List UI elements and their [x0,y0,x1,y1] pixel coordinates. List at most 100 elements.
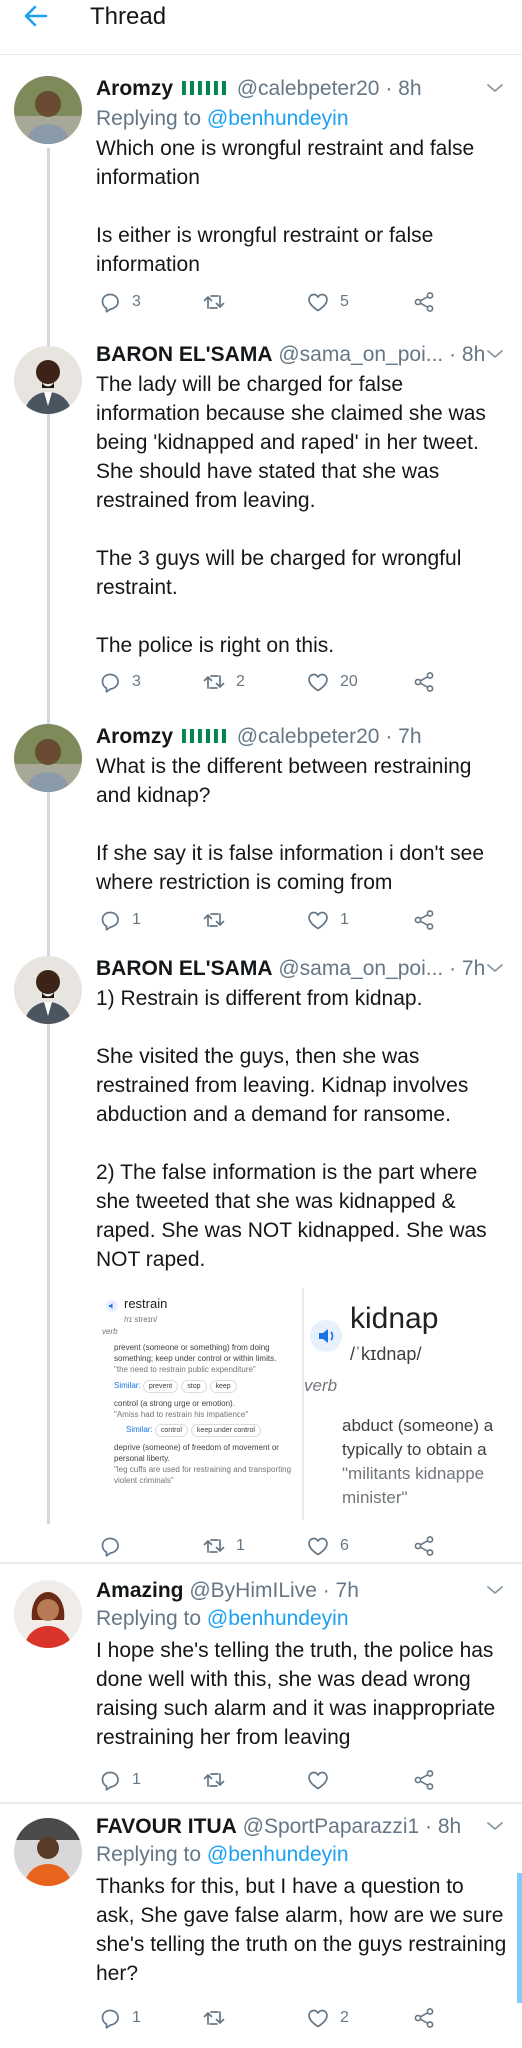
chevron-down-icon[interactable] [486,962,504,974]
example: minister" [342,1488,408,1507]
share-icon [412,290,436,314]
avatar[interactable] [14,956,82,1024]
chevron-down-icon[interactable] [486,348,504,360]
avatar[interactable] [14,346,82,414]
display-name[interactable]: Aromzy [96,77,173,100]
tweet-text: I hope she's telling the truth, the poli… [96,1639,502,1749]
speaker-icon[interactable] [310,1320,342,1352]
retweet-icon [202,908,226,932]
display-name[interactable]: BARON EL'SAMA [96,343,273,366]
dictionary-card-restrain[interactable]: restrain /rɪˈstreɪn/ verb prevent (someo… [96,1288,302,1520]
like-button[interactable]: 5 [306,290,349,314]
share-icon [412,1534,436,1558]
reply-icon [98,290,122,314]
retweet-button[interactable] [202,908,236,932]
share-button[interactable] [412,1534,436,1558]
tweet-text: Thanks for this, but I have a question t… [96,1875,513,1985]
reply-icon [98,908,122,932]
like-count: 2 [340,2009,349,2026]
retweet-button[interactable] [202,290,236,314]
handle[interactable]: @ByHimILive [189,1579,317,1602]
share-button[interactable] [412,2006,436,2030]
handle[interactable]: @sama_on_poi... [278,957,443,980]
like-button[interactable]: 6 [306,1534,349,1558]
handle[interactable]: @sama_on_poi... [278,343,443,366]
share-icon [412,1768,436,1792]
avatar[interactable] [14,1580,82,1648]
reply-icon [98,1768,122,1792]
mention-link[interactable]: @benhundeyin [207,107,349,130]
media-attachment[interactable]: restrain /rɪˈstreɪn/ verb prevent (someo… [96,1288,516,1520]
chevron-down-icon[interactable] [486,1820,504,1832]
chevron-down-icon[interactable] [486,1584,504,1596]
like-button[interactable]: 20 [306,670,358,694]
definition: prevent (someone or something) from doin… [114,1343,277,1363]
scrollbar[interactable] [517,1873,522,2003]
back-arrow-icon[interactable] [22,2,50,30]
divider [0,1562,522,1564]
tweet[interactable]: Amazing @ByHimILive · 7h Replying to @be… [0,1576,522,1786]
reply-button[interactable]: 1 [98,908,141,932]
reply-button[interactable] [98,1534,132,1558]
like-icon [306,2006,330,2030]
tweet[interactable]: Aromzy @calebpeter20 · 8h Replying to @b… [0,72,522,334]
reply-button[interactable]: 1 [98,2006,141,2030]
display-name[interactable]: Amazing [96,1579,184,1602]
display-name[interactable]: BARON EL'SAMA [96,957,273,980]
timestamp: · 8h [449,343,486,366]
definition: control (a strong urge or emotion). [114,1399,235,1408]
like-icon [306,290,330,314]
reply-count: 1 [132,2009,141,2026]
dictionary-word: kidnap [350,1302,439,1335]
avatar[interactable] [14,1818,82,1886]
share-button[interactable] [412,670,436,694]
retweet-button[interactable]: 1 [202,1534,245,1558]
timestamp: · 7h [449,957,486,980]
like-count: 20 [340,673,358,690]
tweet-header: Aromzy @calebpeter20 · 7h [96,724,506,750]
like-button[interactable] [306,1768,340,1792]
share-button[interactable] [412,1768,436,1792]
reply-count: 1 [132,1771,141,1788]
similar-row: Similar: control keep under control [126,1424,302,1437]
share-button[interactable] [412,290,436,314]
dictionary-word: restrain [124,1296,168,1311]
avatar[interactable] [14,76,82,144]
retweet-button[interactable] [202,1768,236,1792]
retweet-icon [202,1768,226,1792]
reply-button[interactable]: 3 [98,290,141,314]
reply-count: 3 [132,293,141,310]
part-of-speech: verb [102,1327,118,1336]
chevron-down-icon[interactable] [486,82,504,94]
tweet[interactable]: FAVOUR ITUA @SportPaparazzi1 · 8h Replyi… [0,1810,522,2048]
avatar[interactable] [14,724,82,792]
replying-to: Replying to @benhundeyin [96,1607,349,1630]
tweet[interactable]: BARON EL'SAMA @sama_on_poi... · 8h The l… [0,336,522,706]
mention-link[interactable]: @benhundeyin [207,1843,349,1866]
example: "the need to restrain public expenditure… [114,1365,256,1374]
dictionary-card-kidnap[interactable]: kidnap /ˈkɪdnap/ verb abduct (someone) a… [304,1288,516,1520]
retweet-button[interactable] [202,2006,236,2030]
like-button[interactable]: 1 [306,908,349,932]
tweet[interactable]: Aromzy @calebpeter20 · 7h What is the di… [0,718,522,938]
retweet-button[interactable]: 2 [202,670,245,694]
retweet-icon [202,670,226,694]
mention-link[interactable]: @benhundeyin [207,1607,349,1630]
handle[interactable]: @calebpeter20 [237,725,380,748]
display-name[interactable]: Aromzy [96,725,173,748]
reply-button[interactable]: 1 [98,1768,141,1792]
handle[interactable]: @SportPaparazzi1 [243,1815,420,1838]
tweet-actions: 3 2 20 [96,670,456,698]
share-button[interactable] [412,908,436,932]
tweet[interactable]: BARON EL'SAMA @sama_on_poi... · 7h 1) Re… [0,950,522,1530]
handle[interactable]: @calebpeter20 [237,77,380,100]
replying-to: Replying to @benhundeyin [96,1843,349,1866]
like-button[interactable]: 2 [306,2006,349,2030]
timestamp: · 8h [425,1815,462,1838]
similar-row: Similar: prevent stop keep [114,1380,300,1393]
speaker-icon[interactable] [106,1300,118,1312]
divider [0,1802,522,1804]
tweet-header: FAVOUR ITUA @SportPaparazzi1 · 8h [96,1814,506,1840]
display-name[interactable]: FAVOUR ITUA [96,1815,237,1838]
reply-button[interactable]: 3 [98,670,141,694]
